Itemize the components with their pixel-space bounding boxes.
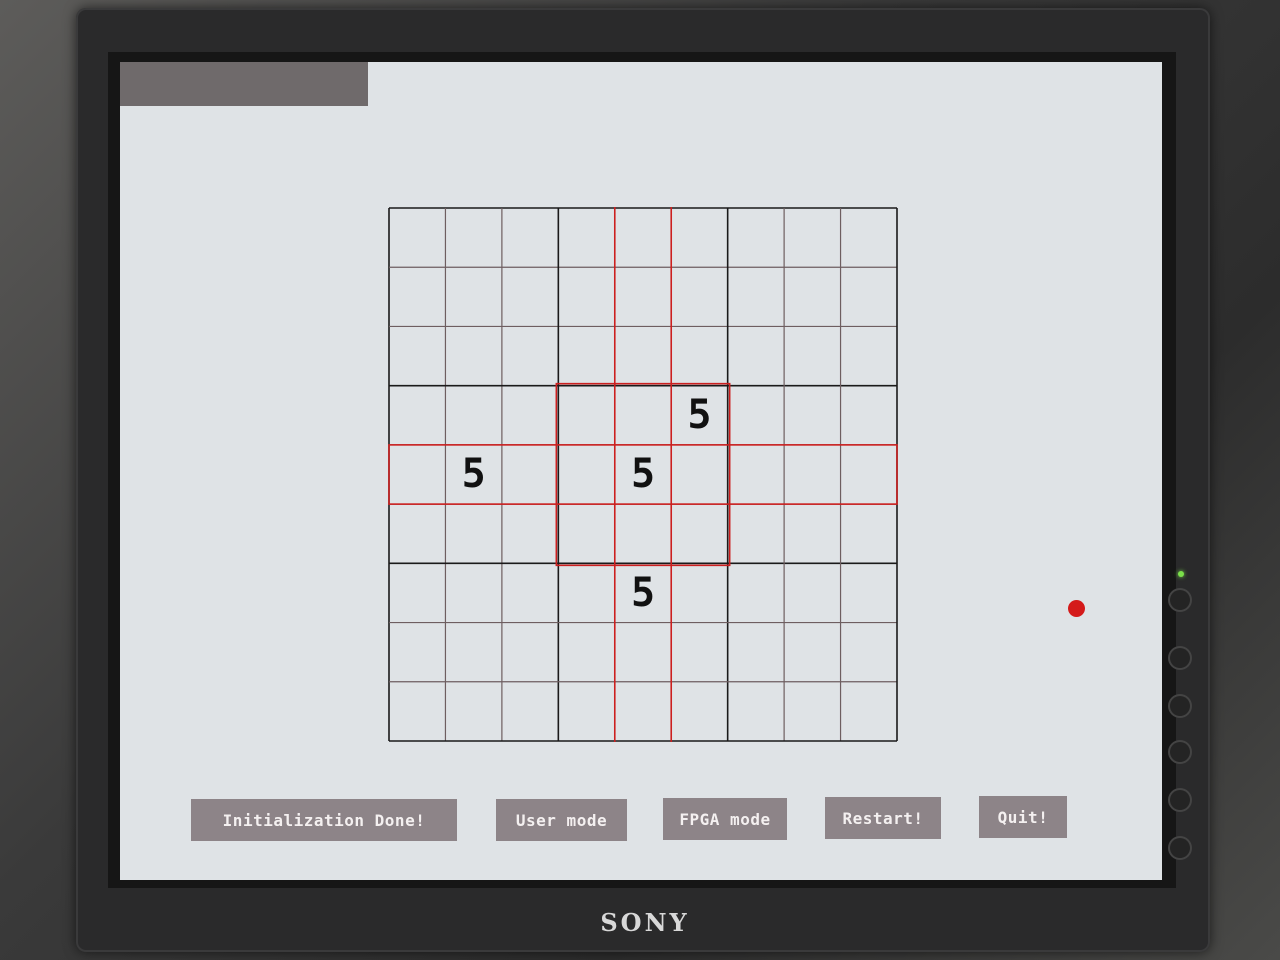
sudoku-cell-digit[interactable]: 5 bbox=[671, 386, 727, 445]
title-bar-block bbox=[120, 62, 368, 106]
sudoku-board[interactable]: 5555 bbox=[388, 207, 898, 742]
quit-button[interactable]: Quit! bbox=[979, 796, 1067, 838]
down-button[interactable] bbox=[1170, 742, 1190, 762]
status-indicator-dot bbox=[1068, 600, 1085, 617]
user-mode-button[interactable]: User mode bbox=[496, 799, 627, 841]
exit-button[interactable] bbox=[1170, 838, 1190, 858]
power-led bbox=[1178, 571, 1184, 577]
input-button[interactable] bbox=[1170, 790, 1190, 810]
fpga-mode-button[interactable]: FPGA mode bbox=[663, 798, 787, 840]
display-area: 5555 Initialization Done! User mode FPGA… bbox=[120, 62, 1162, 880]
monitor-brand-logo: SONY bbox=[600, 908, 690, 937]
up-button[interactable] bbox=[1170, 696, 1190, 716]
power-button[interactable] bbox=[1170, 590, 1190, 610]
sudoku-cell-digit[interactable]: 5 bbox=[445, 445, 501, 504]
sudoku-cell-digit[interactable]: 5 bbox=[615, 563, 671, 622]
menu-button[interactable] bbox=[1170, 648, 1190, 668]
restart-button[interactable]: Restart! bbox=[825, 797, 941, 839]
sudoku-cell-digit[interactable]: 5 bbox=[615, 445, 671, 504]
initialization-done-button[interactable]: Initialization Done! bbox=[191, 799, 457, 841]
